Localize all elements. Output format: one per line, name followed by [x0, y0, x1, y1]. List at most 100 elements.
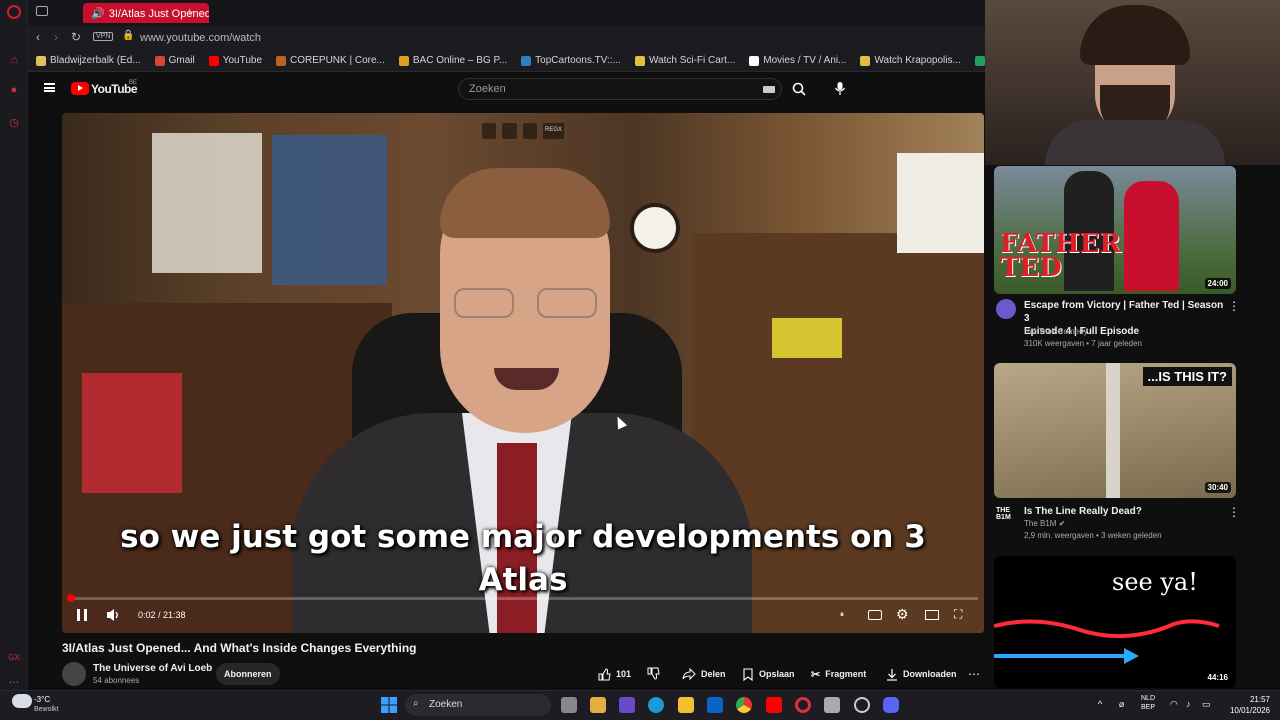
bookmark-item[interactable]: COREPUNK | Core... [276, 55, 385, 66]
reload-icon[interactable]: ↻ [71, 30, 81, 44]
more-options-icon[interactable]: ⋮ [1228, 299, 1240, 313]
file-explorer-icon[interactable] [678, 697, 694, 713]
theater-icon[interactable] [925, 610, 939, 620]
share-button[interactable]: Delen [682, 666, 726, 682]
rec-channel-1[interactable]: Hat Trick Comedy [1024, 327, 1088, 336]
address-bar: ‹ › ↻ VPN 🔒 www.youtube.com/watch [28, 26, 985, 50]
download-label: Downloaden [903, 669, 957, 679]
speaker-icon[interactable]: 🔊 [91, 8, 105, 20]
clip-button[interactable]: ✂ Fragment [811, 666, 866, 682]
channel-avatar[interactable] [62, 662, 86, 686]
battery-icon[interactable]: ▭ [1202, 699, 1211, 710]
search-input[interactable]: Zoeken [458, 78, 782, 100]
teams-icon[interactable] [619, 697, 635, 713]
discord-icon[interactable] [883, 697, 899, 713]
papers [897, 153, 984, 253]
bookmark-item[interactable]: BAC Online – BG P... [398, 55, 507, 66]
app-icon[interactable] [854, 697, 870, 713]
chrome-icon[interactable] [736, 697, 752, 713]
search-placeholder: Zoeken [469, 83, 506, 95]
red-jacket-figure [1124, 181, 1179, 291]
rec-thumbnail-2[interactable]: ...IS THIS IT? 30:40 [994, 363, 1236, 498]
settings-gear-icon[interactable]: ⚙ [896, 606, 909, 623]
new-tab-icon[interactable]: + [186, 4, 194, 19]
tab-overview-icon[interactable] [36, 6, 48, 16]
fullscreen-icon[interactable]: ⛶ [954, 607, 962, 622]
wifi-icon[interactable]: ◠ [1170, 699, 1178, 710]
microphone-icon[interactable] [834, 81, 846, 96]
language-indicator[interactable]: NLD BEP [1141, 694, 1155, 712]
subscribe-button[interactable]: Abonneren [216, 663, 280, 685]
search-icon[interactable] [792, 82, 806, 96]
snapshot-icon[interactable] [502, 123, 517, 139]
thumbs-down-icon[interactable] [647, 667, 660, 680]
url-field[interactable]: www.youtube.com/watch [140, 32, 261, 44]
red-chair [82, 373, 182, 493]
taskbar-search[interactable]: ⌕ Zoeken [405, 694, 551, 716]
opera-logo-icon[interactable] [7, 5, 21, 19]
more-actions-icon[interactable]: ⋯ [968, 667, 980, 681]
youtube-app-icon[interactable] [766, 697, 782, 713]
vpn-badge[interactable]: VPN [93, 32, 114, 41]
lock-icon[interactable]: 🔒 [122, 30, 134, 41]
bookmark-item[interactable]: Movies / TV / Ani... [749, 55, 846, 66]
channel-avatar[interactable] [996, 299, 1016, 319]
bookmark-label: TopCartoons.TV::... [535, 55, 621, 66]
weather-icon[interactable] [12, 694, 32, 708]
like-button[interactable]: 101 [598, 666, 631, 682]
bookmark-item[interactable]: YouTube [208, 55, 262, 66]
task-view-icon[interactable] [561, 697, 577, 713]
save-button[interactable]: Opslaan [742, 666, 795, 682]
bookmark-favicon-icon [634, 55, 645, 66]
edge-icon[interactable] [648, 697, 664, 713]
weather-temp: -3°C [34, 695, 51, 704]
subscriber-count: 54 abonnees [93, 676, 140, 685]
network-off-icon[interactable]: ⌀ [1119, 699, 1124, 710]
progress-scrubber[interactable] [67, 594, 75, 602]
like-count: 101 [616, 669, 632, 679]
regx-label[interactable]: REGX [542, 123, 564, 139]
more-icon[interactable]: … [6, 672, 22, 688]
bookmark-item[interactable]: Watch Sci-Fi Cart... [634, 55, 735, 66]
youtube-logo-icon[interactable] [71, 82, 89, 95]
bookmark-favicon-icon [974, 55, 985, 66]
bookmark-favicon-icon [860, 55, 871, 66]
tray-overflow-icon[interactable]: ^ [1098, 699, 1102, 709]
history-icon[interactable]: ◷ [6, 115, 22, 131]
more-options-icon[interactable]: ⋮ [1228, 505, 1240, 519]
rec-channel-2[interactable]: The B1M ✔ [1024, 519, 1065, 528]
autoplay-icon[interactable]: ⏸ [840, 610, 844, 620]
youtube-side-icon[interactable]: ● [6, 82, 22, 98]
download-button[interactable]: Downloaden [886, 666, 957, 682]
menu-icon[interactable] [44, 83, 55, 92]
rec-thumbnail-3[interactable]: see ya! 44:16 [994, 556, 1236, 688]
keyboard-icon[interactable] [763, 86, 775, 93]
bookmark-item[interactable]: Bladwijzerbalk (Ed... [36, 55, 141, 66]
popout-icon[interactable] [482, 123, 497, 139]
rec-thumbnail-1[interactable]: FATHER TED 24:00 [994, 166, 1236, 294]
video-player[interactable]: REGX so we just got some major developme… [62, 113, 984, 633]
progress-bar[interactable] [68, 597, 978, 600]
bookmark-item[interactable]: TopCartoons.TV::... [521, 55, 621, 66]
calculator-icon[interactable] [824, 697, 840, 713]
bookmark-item[interactable]: Gmail [154, 55, 195, 66]
subtitles-icon[interactable] [868, 610, 882, 620]
outlook-icon[interactable] [707, 697, 723, 713]
store-icon[interactable] [590, 697, 606, 713]
gx-icon[interactable]: GX [6, 650, 22, 666]
aria-icon[interactable]: ⌂ [6, 52, 22, 68]
clock[interactable]: 21:57 10/01/2026 [1222, 694, 1270, 716]
bookmark-item[interactable]: Zamnesia | Het Be... [974, 55, 985, 66]
channel-avatar[interactable]: THE B1M [996, 507, 1016, 521]
opera-gx-taskbar-icon[interactable] [795, 697, 811, 713]
volume-tray-icon[interactable]: ♪ [1186, 699, 1191, 709]
windows-start-icon[interactable] [381, 697, 397, 713]
pause-icon[interactable] [77, 609, 87, 621]
bookmark-item[interactable]: Watch Krapopolis... [860, 55, 961, 66]
channel-name[interactable]: The Universe of Avi Loeb [93, 663, 212, 674]
back-icon[interactable]: ‹ [36, 30, 40, 44]
volume-icon[interactable] [106, 608, 121, 622]
forward-icon[interactable]: › [54, 30, 58, 44]
rec-title-2[interactable]: Is The Line Really Dead? [1024, 505, 1224, 518]
skip-icon[interactable] [522, 123, 537, 139]
